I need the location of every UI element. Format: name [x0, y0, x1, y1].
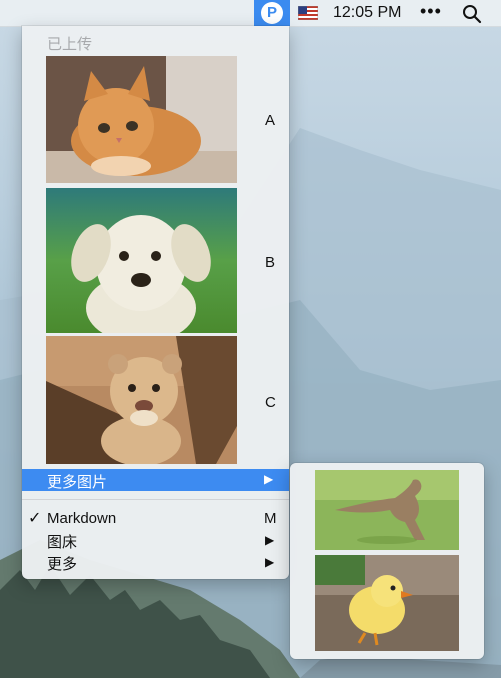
- menu-bar: P 12:05 PM •••: [0, 0, 501, 27]
- image-thumbnail-kitten[interactable]: [46, 56, 237, 183]
- menu-bar-clock[interactable]: 12:05 PM: [333, 4, 401, 22]
- menu-separator: [22, 499, 289, 500]
- image-key-c: C: [265, 394, 276, 411]
- more-label: 更多: [47, 556, 78, 573]
- image-thumbnail-puppy[interactable]: [46, 188, 237, 333]
- submenu-arrow-icon: ▶: [264, 472, 274, 486]
- image-thumbnail-chick[interactable]: [315, 555, 459, 651]
- search-icon[interactable]: [462, 4, 482, 24]
- app-icon: P: [261, 2, 283, 24]
- checkmark-icon: ✓: [28, 510, 42, 527]
- uploaded-images-menu: 已上传 A B C 更多图片 ▶ ✓ Markdown M 图床 ▶ 更多 ▶: [22, 26, 289, 579]
- submenu-arrow-icon: ▶: [265, 555, 275, 569]
- markdown-shortcut-key: M: [264, 510, 277, 527]
- more-images-label: 更多图片: [47, 474, 108, 491]
- menu-header-uploaded: 已上传: [47, 36, 93, 53]
- app-menu-extra[interactable]: P: [254, 0, 290, 26]
- image-key-b: B: [265, 254, 276, 271]
- us-flag-icon[interactable]: [298, 6, 318, 20]
- more-images-menu-item[interactable]: 更多图片 ▶: [22, 469, 289, 491]
- image-key-a: A: [265, 112, 276, 129]
- image-host-label: 图床: [47, 534, 78, 551]
- more-icon[interactable]: •••: [420, 1, 442, 22]
- more-images-submenu: [290, 463, 484, 659]
- image-thumbnail-kangaroo[interactable]: [315, 470, 459, 550]
- markdown-label: Markdown: [47, 510, 117, 527]
- submenu-arrow-icon: ▶: [265, 533, 275, 547]
- image-thumbnail-lion-cub[interactable]: [46, 336, 237, 464]
